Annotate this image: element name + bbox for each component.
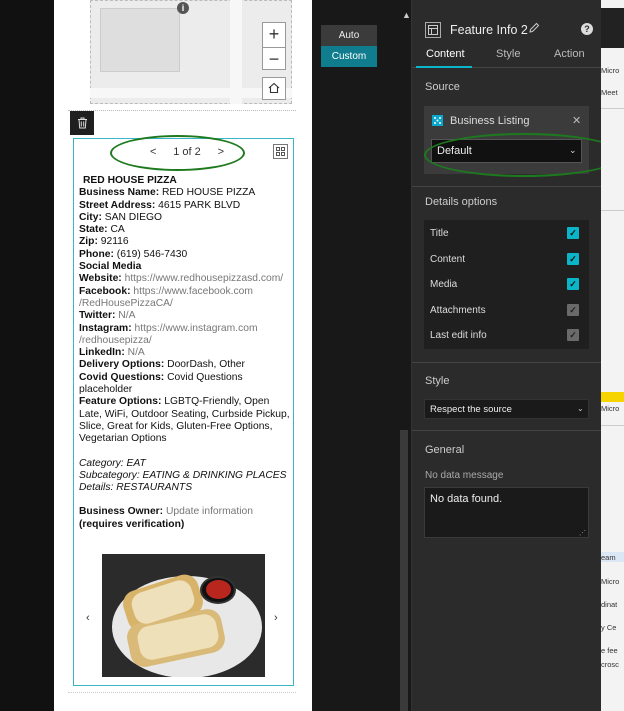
feature-options-row: Feature Options: LGBTQ-Friendly, Open La… xyxy=(79,396,290,445)
feature-title: RED HOUSE PIZZA xyxy=(83,175,177,186)
option-attachments-label: Attachments xyxy=(430,305,486,316)
media-next-button[interactable]: › xyxy=(274,612,278,624)
website-row: Website: https://www.redhousepizzasd.com… xyxy=(79,273,284,285)
panel-title: Feature Info 2 xyxy=(450,23,528,37)
field-row: Phone: (619) 546-7430 xyxy=(79,248,188,260)
option-content-label: Content xyxy=(430,254,466,265)
left-toolbar-background xyxy=(0,0,54,711)
remove-data-source-button[interactable]: ✕ xyxy=(572,114,581,127)
background-window-header xyxy=(601,8,624,48)
no-data-message-label: No data message xyxy=(425,470,504,481)
option-title-checkbox[interactable]: ✓ xyxy=(567,227,579,239)
chevron-down-icon: ⌄ xyxy=(577,404,584,413)
background-text: dinat xyxy=(601,600,618,609)
background-divider xyxy=(601,425,624,426)
annotation-oval-data-view xyxy=(424,133,624,177)
zoom-controls: + − xyxy=(262,22,286,70)
subcategory-text: Subcategory: EATING & DRINKING PLACES xyxy=(79,469,287,481)
collapse-icon[interactable]: ▲ xyxy=(402,10,411,20)
list-view-button[interactable] xyxy=(273,144,288,159)
website-link[interactable]: https://www.redhousepizzasd.com/ xyxy=(122,273,284,284)
map-road xyxy=(230,0,242,104)
option-media-label: Media xyxy=(430,279,458,290)
tab-content[interactable]: Content xyxy=(426,48,465,60)
twitter-row: Twitter: N/A xyxy=(79,310,136,322)
zoom-in-button[interactable]: + xyxy=(263,23,285,46)
background-text: Meet xyxy=(601,88,618,97)
style-select-value: Respect the source xyxy=(430,404,512,415)
data-source-name: Business Listing xyxy=(450,115,530,127)
update-information-link[interactable]: Update information xyxy=(163,506,253,517)
edit-icon[interactable] xyxy=(528,22,540,37)
delete-button[interactable] xyxy=(70,111,94,135)
map-building xyxy=(100,8,180,72)
option-last-edit-checkbox[interactable]: ✓ xyxy=(567,329,579,341)
field-row: Business Name: RED HOUSE PIZZA xyxy=(79,187,256,199)
map-info-marker[interactable]: i xyxy=(177,2,189,14)
option-title-label: Title xyxy=(430,228,449,239)
tab-active-indicator xyxy=(416,66,472,68)
grid-icon xyxy=(276,147,285,156)
details-text: Details: RESTAURANTS xyxy=(79,482,193,494)
general-heading: General xyxy=(425,444,465,456)
widget-divider xyxy=(68,692,296,693)
tab-style[interactable]: Style xyxy=(496,48,520,60)
annotation-oval-pager xyxy=(110,135,245,171)
style-heading: Style xyxy=(425,375,450,387)
canvas-gutter xyxy=(312,0,412,711)
custom-layout-button[interactable]: Custom xyxy=(321,46,377,67)
background-text: Micro xyxy=(601,66,620,75)
delivery-row: Delivery Options: DoorDash, Other xyxy=(79,359,245,371)
panel-divider xyxy=(411,0,412,711)
auto-layout-button[interactable]: Auto xyxy=(321,25,377,46)
background-text: e fee xyxy=(601,646,618,655)
background-text: Micro xyxy=(601,577,620,586)
option-attachments-checkbox[interactable]: ✓ xyxy=(567,304,579,316)
tab-action[interactable]: Action xyxy=(554,48,585,60)
no-data-message-value: No data found. xyxy=(430,493,503,505)
widget-divider xyxy=(68,110,296,111)
background-text: crosc xyxy=(601,660,619,669)
section-divider xyxy=(412,430,601,431)
home-button[interactable] xyxy=(262,77,286,100)
option-media-checkbox[interactable]: ✓ xyxy=(567,278,579,290)
background-divider xyxy=(601,210,624,211)
media-prev-button[interactable]: ‹ xyxy=(86,612,90,624)
data-source-icon xyxy=(432,115,443,126)
background-highlight xyxy=(601,392,624,402)
background-text: eam xyxy=(601,553,616,562)
field-row: City: SAN DIEGO xyxy=(79,211,162,223)
home-icon xyxy=(268,82,280,94)
verification-note: (requires verification) xyxy=(79,518,185,530)
covid-row: Covid Questions: Covid Questions placeho… xyxy=(79,371,243,396)
business-owner-row: Business Owner: Update information xyxy=(79,506,253,518)
widget-icon xyxy=(425,22,441,38)
option-content-checkbox[interactable]: ✓ xyxy=(567,253,579,265)
resize-handle-icon[interactable]: ⋰ xyxy=(579,529,586,537)
scrollbar[interactable] xyxy=(400,430,408,711)
instagram-row: Instagram: https://www.instagram.com /re… xyxy=(79,322,258,346)
trash-icon xyxy=(77,117,87,129)
background-text: Micro xyxy=(601,404,620,413)
source-heading: Source xyxy=(425,81,460,93)
background-divider xyxy=(601,108,624,109)
field-row: State: CA xyxy=(79,224,125,236)
field-row: Street Address: 4615 PARK BLVD xyxy=(79,199,241,211)
option-last-edit-label: Last edit info xyxy=(430,330,487,341)
linkedin-row: LinkedIn: N/A xyxy=(79,347,145,359)
feature-media-image xyxy=(102,554,265,677)
facebook-row: Facebook: https://www.facebook.com /RedH… xyxy=(79,285,253,309)
field-row: Zip: 92116 xyxy=(79,236,129,248)
section-divider xyxy=(412,362,601,363)
details-options-heading: Details options xyxy=(425,196,498,208)
feature-content: RED HOUSE PIZZA Business Name: RED HOUSE… xyxy=(79,175,291,531)
zoom-out-button[interactable]: − xyxy=(263,47,285,70)
section-divider xyxy=(412,186,601,187)
social-media-heading: Social Media xyxy=(79,261,142,273)
help-icon[interactable]: ? xyxy=(581,23,593,35)
background-text: y Ce xyxy=(601,623,617,632)
category-text: Category: EAT xyxy=(79,457,146,469)
